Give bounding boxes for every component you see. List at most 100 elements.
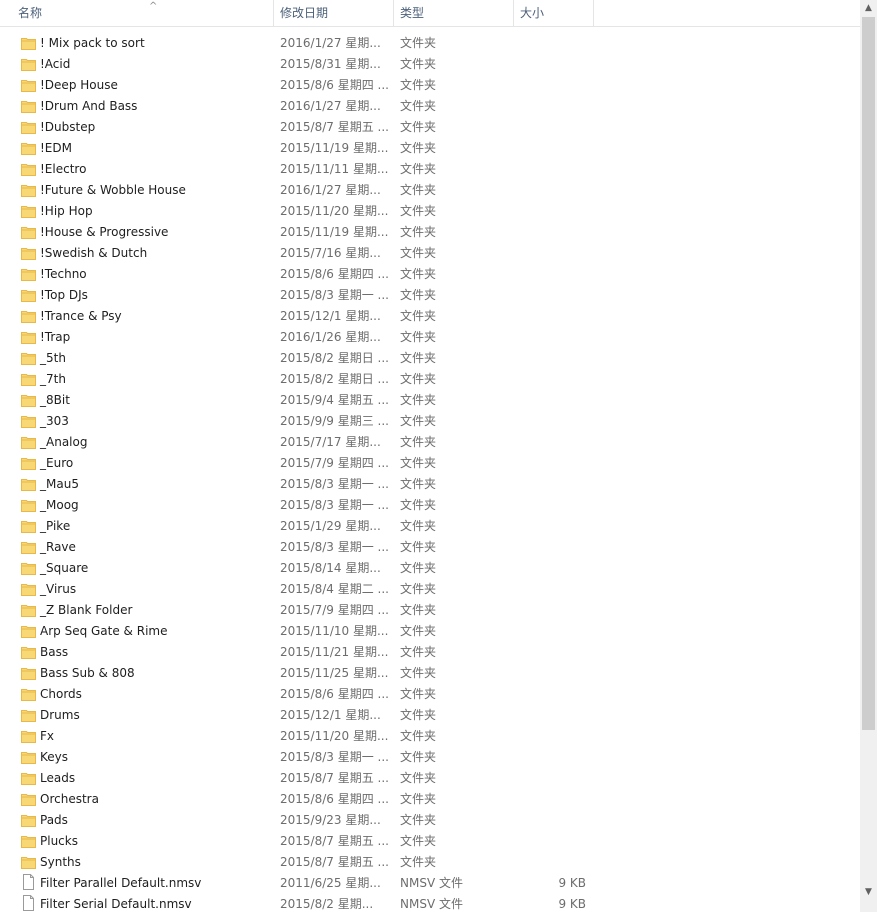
item-modified-date: 2015/11/20 星期... [280, 204, 389, 218]
item-type: 文件夹 [400, 582, 437, 596]
item-modified-date: 2015/12/1 星期... [280, 708, 381, 722]
folder-row[interactable]: !Techno 2015/8/6 星期四 ... 文件夹 [0, 264, 860, 285]
folder-icon [21, 225, 36, 239]
scroll-up-arrow-icon[interactable]: ▲ [860, 0, 877, 17]
column-header-size-label: 大小 [520, 6, 545, 20]
item-type: 文件夹 [400, 729, 437, 743]
folder-row[interactable]: Drums 2015/12/1 星期... 文件夹 [0, 705, 860, 726]
folder-row[interactable]: !House & Progressive 2015/11/19 星期... 文件夹 [0, 222, 860, 243]
item-type: 文件夹 [400, 351, 437, 365]
folder-row[interactable]: Pads 2015/9/23 星期... 文件夹 [0, 810, 860, 831]
folder-row[interactable]: _Mau5 2015/8/3 星期一 ... 文件夹 [0, 474, 860, 495]
folder-row[interactable]: Synths 2015/8/7 星期五 ... 文件夹 [0, 852, 860, 873]
item-type: 文件夹 [400, 372, 437, 386]
folder-row[interactable]: Leads 2015/8/7 星期五 ... 文件夹 [0, 768, 860, 789]
folder-row[interactable]: _5th 2015/8/2 星期日 ... 文件夹 [0, 348, 860, 369]
folder-icon [21, 729, 36, 743]
item-type: 文件夹 [400, 792, 437, 806]
folder-row[interactable]: Chords 2015/8/6 星期四 ... 文件夹 [0, 684, 860, 705]
item-modified-date: 2015/8/31 星期... [280, 57, 381, 71]
item-modified-date: 2015/11/19 星期... [280, 141, 389, 155]
folder-row[interactable]: !Swedish & Dutch 2015/7/16 星期... 文件夹 [0, 243, 860, 264]
item-type: 文件夹 [400, 183, 437, 197]
item-type: 文件夹 [400, 99, 437, 113]
item-name: !Hip Hop [40, 204, 93, 218]
folder-row[interactable]: !Dubstep 2015/8/7 星期五 ... 文件夹 [0, 117, 860, 138]
item-modified-date: 2015/7/16 星期... [280, 246, 381, 260]
column-header-name[interactable]: 名称 ^ [12, 0, 274, 26]
folder-row[interactable]: _Analog 2015/7/17 星期... 文件夹 [0, 432, 860, 453]
column-header-date[interactable]: 修改日期 [274, 0, 394, 26]
item-type: 文件夹 [400, 750, 437, 764]
item-modified-date: 2016/1/27 星期... [280, 183, 381, 197]
folder-row[interactable]: !Acid 2015/8/31 星期... 文件夹 [0, 54, 860, 75]
folder-icon [21, 246, 36, 260]
vertical-scrollbar[interactable]: ▲ ▼ [860, 0, 877, 912]
column-header-size[interactable]: 大小 [514, 0, 594, 26]
folder-icon [21, 414, 36, 428]
item-size: 9 KB [558, 876, 586, 890]
item-modified-date: 2011/6/25 星期... [280, 876, 381, 890]
folder-icon [21, 393, 36, 407]
folder-row[interactable]: _Rave 2015/8/3 星期一 ... 文件夹 [0, 537, 860, 558]
item-type: 文件夹 [400, 813, 437, 827]
folder-icon [21, 456, 36, 470]
scroll-thumb[interactable] [862, 17, 875, 730]
folder-icon [21, 561, 36, 575]
folder-row[interactable]: !Top DJs 2015/8/3 星期一 ... 文件夹 [0, 285, 860, 306]
folder-row[interactable]: !Trance & Psy 2015/12/1 星期... 文件夹 [0, 306, 860, 327]
folder-row[interactable]: ! Mix pack to sort 2016/1/27 星期... 文件夹 [0, 33, 860, 54]
item-name: !Trap [40, 330, 71, 344]
folder-icon [21, 372, 36, 386]
item-name: !Acid [40, 57, 71, 71]
folder-row[interactable]: Bass 2015/11/21 星期... 文件夹 [0, 642, 860, 663]
item-name: _Pike [40, 519, 71, 533]
item-modified-date: 2015/9/4 星期五 ... [280, 393, 389, 407]
file-row[interactable]: Filter Parallel Default.nmsv 2011/6/25 星期… [0, 873, 860, 894]
folder-row[interactable]: Plucks 2015/8/7 星期五 ... 文件夹 [0, 831, 860, 852]
folder-row[interactable]: !Drum And Bass 2016/1/27 星期... 文件夹 [0, 96, 860, 117]
folder-row[interactable]: !EDM 2015/11/19 星期... 文件夹 [0, 138, 860, 159]
folder-icon [21, 708, 36, 722]
folder-icon [21, 309, 36, 323]
folder-row[interactable]: !Deep House 2015/8/6 星期四 ... 文件夹 [0, 75, 860, 96]
item-name: !House & Progressive [40, 225, 169, 239]
folder-icon [21, 435, 36, 449]
folder-row[interactable]: Bass Sub & 808 2015/11/25 星期... 文件夹 [0, 663, 860, 684]
folder-row[interactable]: Orchestra 2015/8/6 星期四 ... 文件夹 [0, 789, 860, 810]
folder-row[interactable]: !Trap 2016/1/26 星期... 文件夹 [0, 327, 860, 348]
folder-row[interactable]: Arp Seq Gate & Rime 2015/11/10 星期... 文件夹 [0, 621, 860, 642]
folder-row[interactable]: _Euro 2015/7/9 星期四 ... 文件夹 [0, 453, 860, 474]
scroll-down-arrow-icon[interactable]: ▼ [860, 884, 877, 901]
folder-row[interactable]: !Hip Hop 2015/11/20 星期... 文件夹 [0, 201, 860, 222]
folder-row[interactable]: _303 2015/9/9 星期三 ... 文件夹 [0, 411, 860, 432]
column-header-type[interactable]: 类型 [394, 0, 514, 26]
folder-row[interactable]: _Z Blank Folder 2015/7/9 星期四 ... 文件夹 [0, 600, 860, 621]
folder-row[interactable]: _Square 2015/8/14 星期... 文件夹 [0, 558, 860, 579]
folder-row[interactable]: Keys 2015/8/3 星期一 ... 文件夹 [0, 747, 860, 768]
item-name: Orchestra [40, 792, 99, 806]
item-modified-date: 2015/11/21 星期... [280, 645, 389, 659]
folder-row[interactable]: !Electro 2015/11/11 星期... 文件夹 [0, 159, 860, 180]
folder-icon [21, 477, 36, 491]
item-name: !Electro [40, 162, 87, 176]
folder-row[interactable]: _Moog 2015/8/3 星期一 ... 文件夹 [0, 495, 860, 516]
file-icon [21, 874, 36, 890]
item-modified-date: 2015/7/9 星期四 ... [280, 456, 389, 470]
folder-row[interactable]: _Virus 2015/8/4 星期二 ... 文件夹 [0, 579, 860, 600]
item-type: 文件夹 [400, 204, 437, 218]
item-name: Keys [40, 750, 69, 764]
item-type: 文件夹 [400, 708, 437, 722]
folder-row[interactable]: _8Bit 2015/9/4 星期五 ... 文件夹 [0, 390, 860, 411]
item-name: _Moog [40, 498, 79, 512]
folder-row[interactable]: _Pike 2015/1/29 星期... 文件夹 [0, 516, 860, 537]
item-name: Plucks [40, 834, 78, 848]
folder-row[interactable]: Fx 2015/11/20 星期... 文件夹 [0, 726, 860, 747]
folder-row[interactable]: _7th 2015/8/2 星期日 ... 文件夹 [0, 369, 860, 390]
folder-icon [21, 162, 36, 176]
item-modified-date: 2015/9/9 星期三 ... [280, 414, 389, 428]
folder-row[interactable]: !Future & Wobble House 2016/1/27 星期... 文件夹 [0, 180, 860, 201]
item-type: 文件夹 [400, 498, 437, 512]
item-name: _7th [40, 372, 66, 386]
item-name: Filter Parallel Default.nmsv [40, 876, 202, 890]
